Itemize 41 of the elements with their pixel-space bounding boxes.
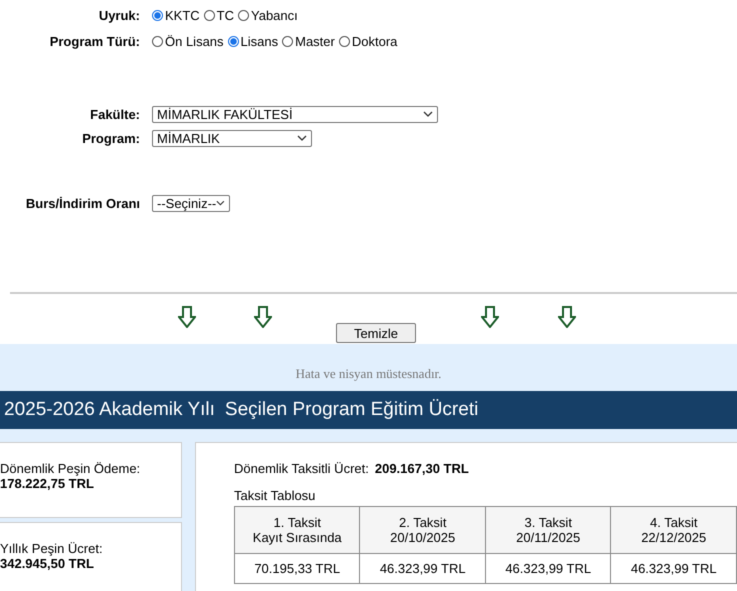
table-cell: 46.323,99 TRL xyxy=(610,554,736,584)
header-title: Seçilen Program Eğitim Ücreti xyxy=(224,399,478,421)
clear-button[interactable]: Temizle xyxy=(336,323,416,343)
radio-option[interactable]: Lisans xyxy=(228,34,278,48)
caret-icon xyxy=(423,111,433,117)
radio-option[interactable]: Yabancı xyxy=(238,8,298,22)
radio-option[interactable]: Master xyxy=(282,34,335,48)
field-label: Uyruk: xyxy=(98,8,141,22)
down-arrow-icon xyxy=(178,306,196,328)
column-header: 2. Taksit 20/10/2025 xyxy=(360,506,486,554)
table-title: Taksit Tablosu xyxy=(234,488,316,503)
faculty-select[interactable]: MİMARLIK FAKÜLTESİ xyxy=(152,106,438,122)
down-arrow-icon xyxy=(558,306,576,328)
installment-label: Dönemlik Taksitli Ücret: xyxy=(234,461,369,476)
radio-option[interactable]: Doktora xyxy=(338,34,398,48)
discount-select[interactable]: --Seçiniz-- xyxy=(152,194,230,212)
table-cell: 46.323,99 TRL xyxy=(485,554,611,584)
field-label: Program Türü: xyxy=(48,34,141,48)
field-label: Burs/İndirim Oranı xyxy=(24,196,141,210)
card-label: Dönemlik Peşin Ödeme: xyxy=(0,461,142,476)
radio-option[interactable]: TC xyxy=(204,8,234,22)
card-label: Yıllık Peşin Ücret: xyxy=(0,541,104,556)
academic-year: 2025-2026 Akademik Yılı xyxy=(4,399,215,421)
card-amount: 178.222,75 TRL xyxy=(0,476,95,491)
field-label: Fakülte: xyxy=(89,106,141,122)
down-arrow-icon xyxy=(254,306,272,328)
disclaimer-text: Hata ve nisyan müstesnadır. xyxy=(296,366,442,382)
field-label: Program: xyxy=(81,130,141,146)
program-select[interactable]: MİMARLIK xyxy=(152,130,312,146)
installment-amount: 209.167,30 TRL xyxy=(374,461,469,476)
table-cell: 70.195,33 TRL xyxy=(234,554,360,584)
caret-icon xyxy=(297,135,307,141)
column-header: 4. Taksit 22/12/2025 xyxy=(610,506,736,554)
down-arrow-icon xyxy=(481,306,499,328)
radio-option[interactable]: Ön Lisans xyxy=(152,34,224,48)
table-cell: 46.323,99 TRL xyxy=(360,554,486,584)
card-amount: 342.945,50 TRL xyxy=(0,556,95,571)
column-header: 1. Taksit Kayıt Sırasında xyxy=(234,506,360,554)
caret-icon xyxy=(216,200,225,206)
radio-option[interactable]: KKTC xyxy=(152,8,200,22)
column-header: 3. Taksit 20/11/2025 xyxy=(485,506,611,554)
